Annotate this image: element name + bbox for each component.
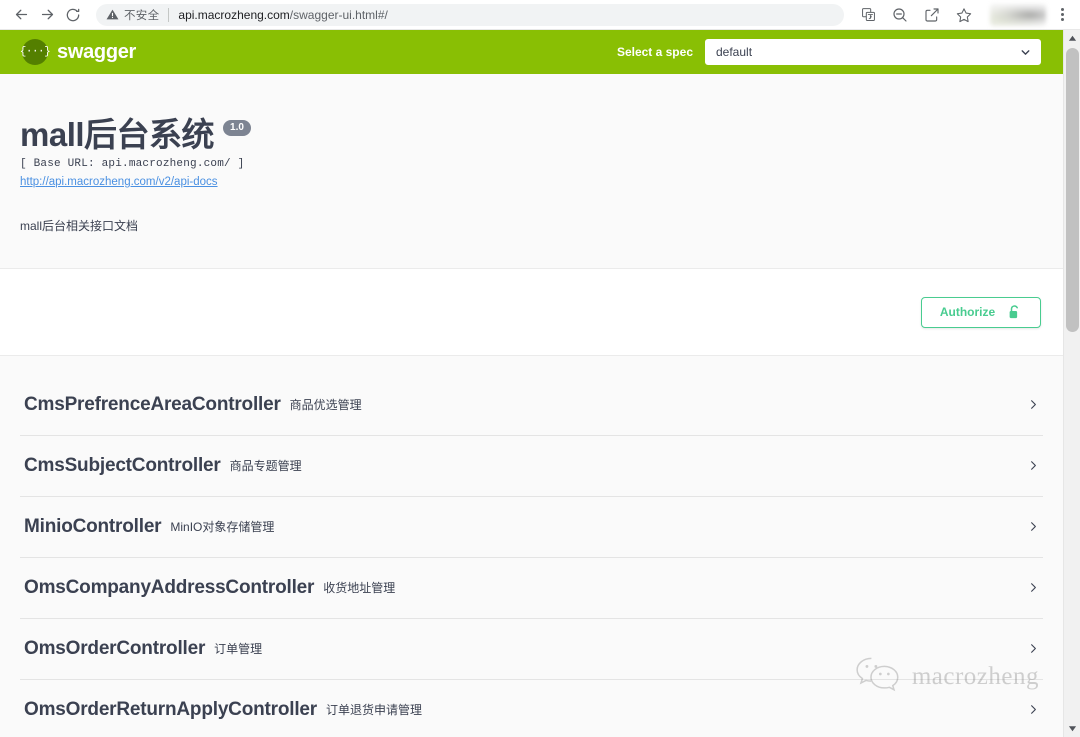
swagger-logo-glyph: {···}: [20, 47, 51, 58]
page-title: mall后台系统: [20, 118, 214, 151]
chevron-right-icon[interactable]: [1026, 458, 1041, 473]
address-bar[interactable]: 不安全 api.macrozheng.com/swagger-ui.html#/: [96, 4, 844, 26]
swagger-logo[interactable]: {···} swagger: [22, 39, 136, 65]
chevron-right-icon[interactable]: [1026, 641, 1041, 656]
url-path: /swagger-ui.html#/: [290, 8, 388, 22]
translate-icon[interactable]: [855, 2, 881, 28]
security-status-label: 不安全: [124, 7, 159, 23]
back-button[interactable]: [8, 2, 34, 28]
api-title-row: mall后台系统 1.0: [20, 118, 1043, 151]
controller-name: OmsCompanyAddressController: [24, 577, 314, 599]
controller-description: MinIO对象存储管理: [170, 518, 274, 535]
api-description: mall后台相关接口文档: [20, 217, 1043, 268]
unlock-icon: [1007, 304, 1022, 321]
zoom-out-icon[interactable]: [887, 2, 913, 28]
browser-action-icons: [852, 2, 1080, 28]
spec-select-value: default: [716, 45, 1019, 59]
controller-description: 收货地址管理: [323, 579, 395, 596]
page-scrollbar[interactable]: [1063, 30, 1080, 737]
table-row[interactable]: CmsSubjectController 商品专题管理: [0, 435, 1063, 496]
scroll-up-arrow-icon[interactable]: [1064, 30, 1080, 47]
omnibox-divider: [168, 8, 169, 22]
scrollbar-thumb[interactable]: [1066, 48, 1079, 332]
version-badge: 1.0: [223, 120, 251, 136]
controller-name: OmsOrderReturnApplyController: [24, 699, 317, 721]
scroll-down-arrow-icon[interactable]: [1064, 720, 1080, 737]
swagger-topbar: {···} swagger Select a spec default: [0, 30, 1063, 74]
swagger-logo-text: swagger: [57, 41, 136, 64]
swagger-brace-icon: {···}: [22, 39, 48, 65]
controller-name: CmsSubjectController: [24, 455, 221, 477]
chevron-down-icon: [1019, 46, 1032, 59]
browser-menu-icon[interactable]: [1052, 2, 1072, 28]
controller-description: 商品优选管理: [290, 396, 362, 413]
table-row[interactable]: OmsOrderReturnApplyController 订单退货申请管理: [0, 679, 1063, 737]
share-icon[interactable]: [919, 2, 945, 28]
forward-button[interactable]: [34, 2, 60, 28]
controller-name: MinioController: [24, 516, 161, 538]
api-info-band: mall后台系统 1.0 [ Base URL: api.macrozheng.…: [0, 74, 1063, 268]
authorize-band: Authorize: [0, 268, 1063, 356]
url-host: api.macrozheng.com: [178, 8, 289, 22]
select-spec-label: Select a spec: [617, 45, 693, 59]
reload-button[interactable]: [60, 2, 86, 28]
table-row[interactable]: CmsPrefrenceAreaController 商品优选管理: [0, 374, 1063, 435]
chevron-right-icon[interactable]: [1026, 519, 1041, 534]
controller-description: 商品专题管理: [230, 457, 302, 474]
controller-name: CmsPrefrenceAreaController: [24, 394, 281, 416]
controller-list: CmsPrefrenceAreaController 商品优选管理 CmsSub…: [0, 356, 1063, 737]
url-text: api.macrozheng.com/swagger-ui.html#/: [178, 8, 387, 22]
authorize-button[interactable]: Authorize: [921, 297, 1041, 328]
bookmark-star-icon[interactable]: [951, 2, 977, 28]
chevron-right-icon[interactable]: [1026, 702, 1041, 717]
table-row[interactable]: OmsCompanyAddressController 收货地址管理: [0, 557, 1063, 618]
table-row[interactable]: MinioController MinIO对象存储管理: [0, 496, 1063, 557]
authorize-button-label: Authorize: [940, 305, 995, 319]
controller-description: 订单退货申请管理: [326, 701, 422, 718]
chevron-right-icon[interactable]: [1026, 580, 1041, 595]
base-url-text: [ Base URL: api.macrozheng.com/ ]: [20, 158, 1043, 170]
chevron-right-icon[interactable]: [1026, 397, 1041, 412]
page-viewport: {···} swagger Select a spec default mall…: [0, 30, 1063, 737]
spec-selector-group: Select a spec default: [617, 39, 1041, 65]
not-secure-warning-icon: [106, 8, 119, 21]
spec-select[interactable]: default: [705, 39, 1041, 65]
profile-avatar-blurred[interactable]: [990, 4, 1046, 26]
table-row[interactable]: OmsOrderController 订单管理: [0, 618, 1063, 679]
controller-description: 订单管理: [214, 640, 262, 657]
controller-name: OmsOrderController: [24, 638, 205, 660]
browser-toolbar: 不安全 api.macrozheng.com/swagger-ui.html#/: [0, 0, 1080, 30]
api-docs-link[interactable]: http://api.macrozheng.com/v2/api-docs: [20, 176, 218, 188]
